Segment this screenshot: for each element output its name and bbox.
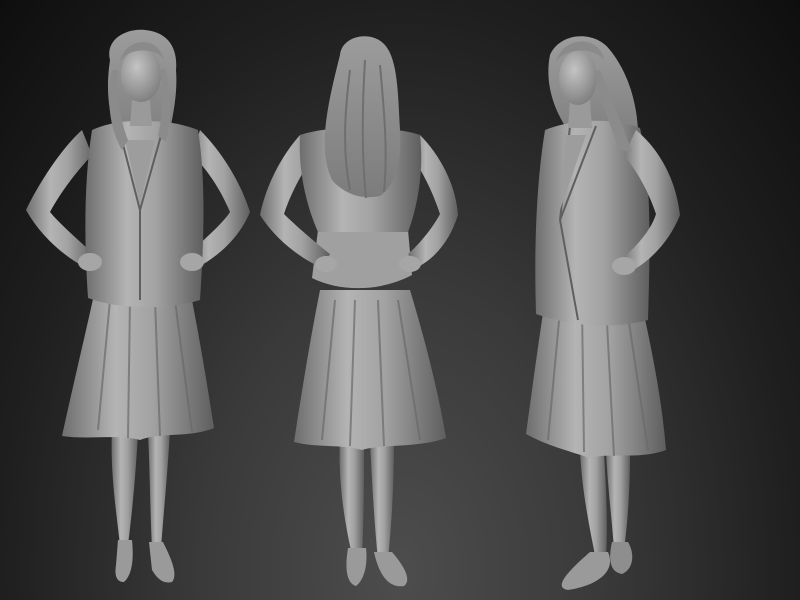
shoe-left-front-view [115,540,133,582]
leg-left-front-view [111,430,138,545]
sculpt-render-viewport [0,0,800,600]
shoe-left-three-quarter-view [561,552,611,590]
skirt-front-view [62,290,214,440]
leg-left-back-view [339,440,364,555]
sculpt-render-canvas [26,29,680,590]
figure-front-view [26,29,250,583]
figure-back-view [260,36,458,587]
arm-left-front-view [26,130,96,268]
hand-right-three-quarter-view [612,257,636,275]
skirt-back-view [294,290,446,450]
leg-right-three-quarter-view [606,452,630,550]
hand-right-back-view [399,256,421,272]
shoe-right-front-view [149,542,175,583]
head-three-quarter-view [559,51,597,105]
leg-right-front-view [148,430,170,548]
figure-three-quarter-view [526,36,680,590]
neck-front-view [130,100,152,126]
shoe-right-back-view [374,552,408,587]
shoe-left-back-view [346,548,367,586]
head-front-view [121,48,161,102]
leg-right-back-view [370,440,394,560]
hand-left-front-view [78,253,102,271]
shoe-right-three-quarter-view [610,542,633,574]
hand-left-back-view [315,256,337,272]
leg-left-three-quarter-view [580,450,607,560]
hand-right-front-view [180,253,204,271]
